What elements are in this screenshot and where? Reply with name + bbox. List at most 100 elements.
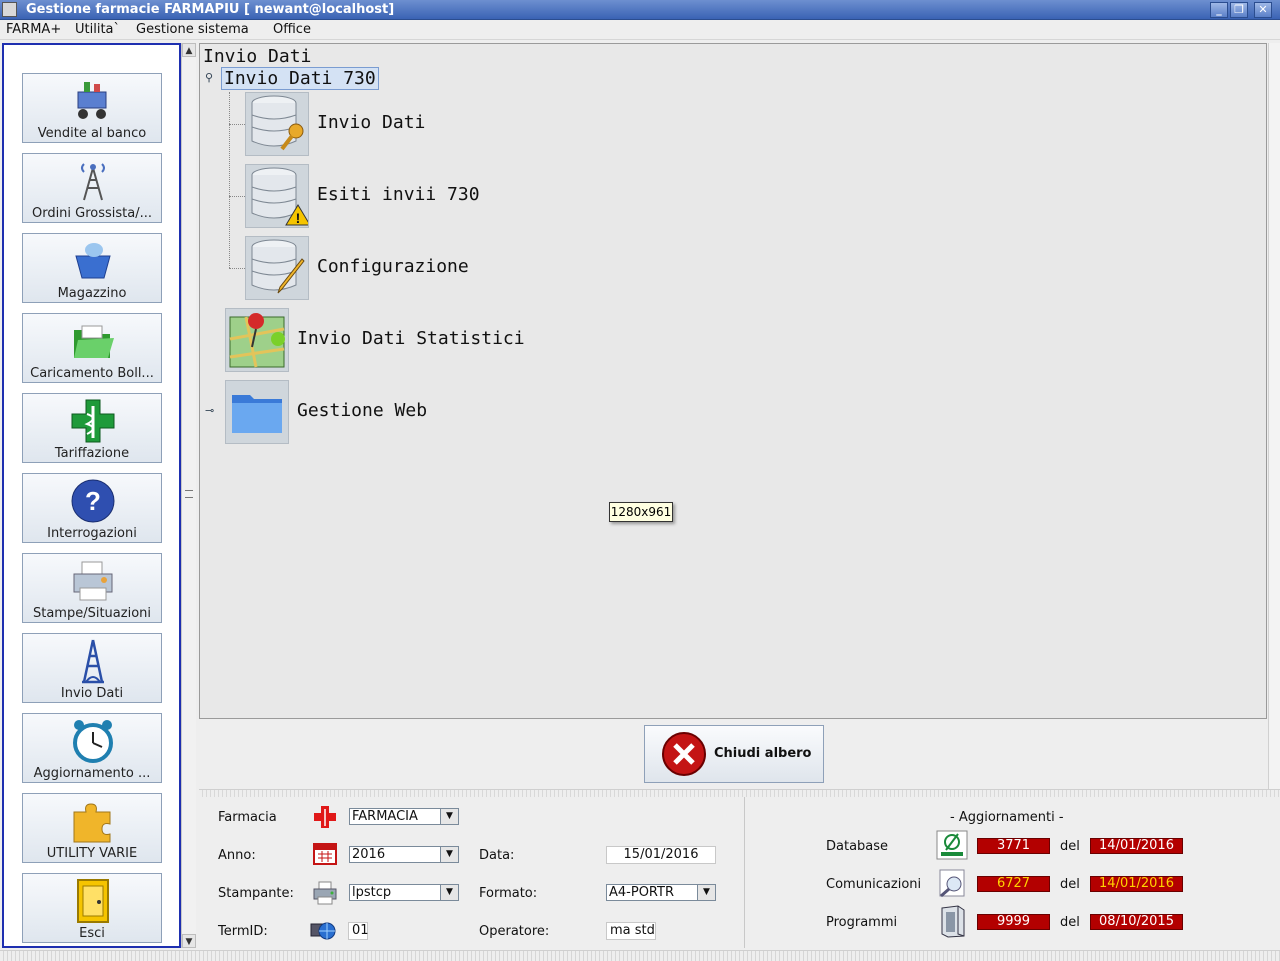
chiudi-albero-button[interactable]: Chiudi albero [644, 725, 824, 783]
eiffel-tower-icon [82, 639, 104, 684]
panel-splitter[interactable] [199, 789, 1280, 797]
programmi-number: 9999 [977, 914, 1050, 930]
comunicazioni-number: 6727 [977, 876, 1050, 892]
sidebar-item-label: Tariffazione [54, 446, 130, 461]
tree-guide-line [229, 196, 245, 197]
tree-panel: Invio Dati ⚲ Invio Dati 730 Invio Dati !… [199, 43, 1267, 719]
sidebar-item-vendite[interactable]: Vendite al banco [22, 73, 162, 143]
printer-small-icon [313, 881, 337, 905]
tree-expanded-icon[interactable]: ⚲ [205, 71, 213, 84]
tree-item-invio-dati[interactable]: Invio Dati [317, 112, 425, 133]
stampante-select[interactable]: lpstcp ▼ [349, 884, 459, 901]
del-label: del [1060, 877, 1080, 892]
tree-collapsed-icon[interactable]: ⊸ [205, 404, 214, 417]
printer-icon [73, 561, 113, 601]
close-window-button[interactable]: ✕ [1254, 2, 1272, 18]
pharmacy-cross-icon [71, 399, 115, 443]
sidebar-item-tariffazione[interactable]: Tariffazione [22, 393, 162, 463]
chiudi-albero-label: Chiudi albero [714, 746, 812, 761]
database-warning-icon[interactable]: ! [245, 164, 311, 228]
menu-bar: FARMA+ Utilita` Gestione sistema Office [0, 20, 1280, 40]
stampante-value: lpstcp [352, 885, 392, 900]
size-tooltip: 1280x961 [609, 502, 673, 522]
formato-label: Formato: [479, 886, 538, 901]
sidebar-item-magazzino[interactable]: Magazzino [22, 233, 162, 303]
database-key-icon[interactable] [245, 92, 309, 156]
sidebar: Vendite al banco Ordini Grossista/... Ma… [2, 43, 181, 948]
menu-farma[interactable]: FARMA+ [6, 22, 61, 37]
tree-guide-line [229, 92, 230, 268]
scroll-grip[interactable] [185, 490, 193, 498]
update-row-label: Database [826, 839, 889, 854]
app-icon[interactable] [2, 2, 17, 17]
magnifier-document-icon [939, 869, 965, 898]
sidebar-item-esci[interactable]: Esci [22, 873, 162, 943]
database-logo-icon [936, 830, 968, 860]
sidebar-item-label: Aggiornamento ... [33, 766, 151, 781]
database-number: 3771 [977, 838, 1050, 854]
sidebar-item-stampe[interactable]: Stampe/Situazioni [22, 553, 162, 623]
sidebar-item-ordini[interactable]: Ordini Grossista/... [22, 153, 162, 223]
sidebar-item-label: Caricamento Boll... [30, 366, 154, 381]
sidebar-item-invio-dati[interactable]: Invio Dati [22, 633, 162, 703]
menu-utilita[interactable]: Utilita` [75, 22, 120, 37]
open-folder-icon [74, 325, 114, 358]
tree-item-invio-dati-statistici[interactable]: Invio Dati Statistici [297, 328, 525, 349]
caduceus-icon [314, 806, 336, 828]
map-pins-icon[interactable] [225, 308, 289, 372]
farmacia-select[interactable]: FARMACIA ▼ [349, 808, 459, 825]
sidebar-item-aggiornamento[interactable]: Aggiornamento ... [22, 713, 162, 783]
scroll-down-icon[interactable]: ▼ [182, 934, 196, 948]
chevron-down-icon[interactable]: ▼ [440, 809, 458, 824]
anno-label: Anno: [218, 848, 256, 863]
formato-value: A4-PORTR [609, 885, 674, 900]
title-bar: Gestione farmacie FARMAPIU [ newant@loca… [0, 0, 1280, 20]
server-icon [941, 905, 965, 938]
menu-office[interactable]: Office [273, 22, 311, 37]
operatore-field[interactable]: ma std [606, 922, 656, 940]
farmacia-label: Farmacia [218, 810, 277, 825]
sidebar-scrollbar[interactable]: ▲ ▼ [181, 43, 196, 948]
info-panel [199, 797, 739, 948]
formato-select[interactable]: A4-PORTR ▼ [606, 884, 716, 901]
chevron-down-icon[interactable]: ▼ [440, 885, 458, 900]
chevron-down-icon[interactable]: ▼ [697, 885, 715, 900]
farmacia-value: FARMACIA [352, 809, 418, 824]
scroll-up-icon[interactable]: ▲ [182, 43, 196, 57]
tree-root-label[interactable]: Invio Dati [203, 46, 311, 67]
sidebar-item-caricamento[interactable]: Caricamento Boll... [22, 313, 162, 383]
database-date: 14/01/2016 [1090, 838, 1183, 854]
tree-node-invio-dati-730[interactable]: Invio Dati 730 [221, 67, 379, 90]
exit-door-icon [77, 879, 109, 923]
tree-guide-line [229, 268, 245, 269]
close-icon: ✕ [1258, 3, 1268, 16]
sidebar-item-label: Esci [79, 926, 105, 941]
database-edit-icon[interactable] [245, 236, 309, 300]
anno-select[interactable]: 2016 ▼ [349, 846, 459, 863]
data-label: Data: [479, 848, 515, 863]
sidebar-item-label: Vendite al banco [37, 126, 147, 141]
maximize-button[interactable]: ❐ [1230, 2, 1248, 18]
stampante-label: Stampante: [218, 886, 294, 901]
basket-icon [75, 243, 111, 279]
tree-scrollbar[interactable] [1268, 43, 1280, 789]
tree-item-gestione-web[interactable]: Gestione Web [297, 400, 427, 421]
tree-item-configurazione[interactable]: Configurazione [317, 256, 469, 277]
menu-gestione-sistema[interactable]: Gestione sistema [136, 22, 249, 37]
antenna-tower-icon [81, 163, 105, 201]
update-row-label: Comunicazioni [826, 877, 922, 892]
termid-field[interactable]: 01 [348, 922, 369, 940]
sidebar-item-utility[interactable]: UTILITY VARIE [22, 793, 162, 863]
sidebar-item-interrogazioni[interactable]: ? Interrogazioni [22, 473, 162, 543]
termid-label: TermID: [218, 924, 268, 939]
folder-icon[interactable] [225, 380, 289, 444]
svg-text:?: ? [85, 486, 101, 516]
chevron-down-icon[interactable]: ▼ [440, 847, 458, 862]
minimize-button[interactable]: _ [1210, 2, 1228, 18]
data-field[interactable]: 15/01/2016 [606, 846, 716, 864]
calendar-icon [313, 843, 337, 865]
anno-value: 2016 [352, 847, 386, 862]
tree-item-esiti-invii[interactable]: Esiti invii 730 [317, 184, 480, 205]
window-title: Gestione farmacie FARMAPIU [ newant@loca… [26, 2, 395, 17]
minimize-icon: _ [1216, 3, 1222, 16]
